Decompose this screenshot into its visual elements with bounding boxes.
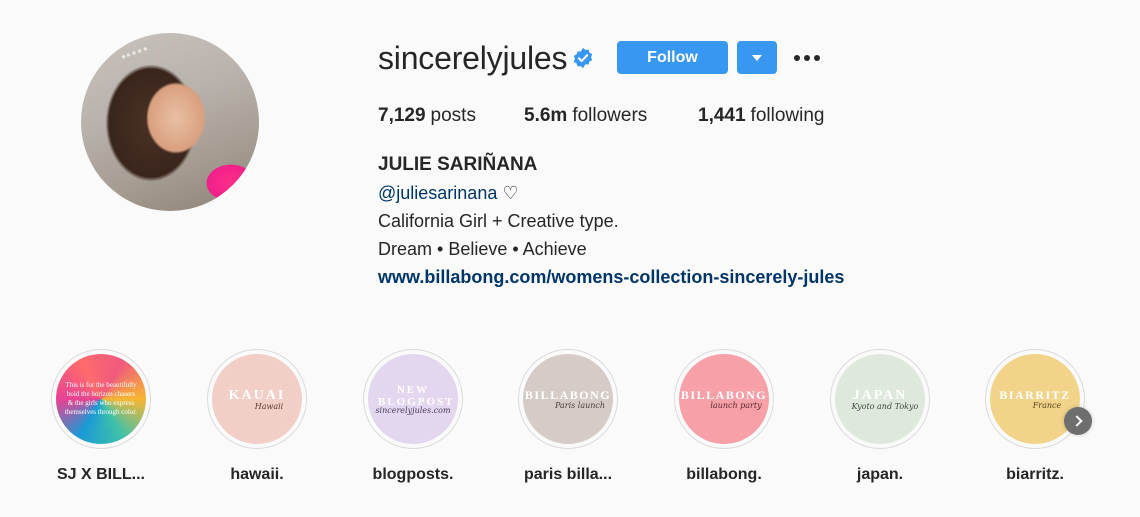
heart-icon: ♡: [502, 183, 519, 203]
dot-icon: [794, 55, 800, 61]
suggested-dropdown-button[interactable]: [737, 41, 777, 74]
highlight-hawaii[interactable]: KAUAI Hawaii hawaii.: [207, 349, 307, 483]
bio-line-2: Dream • Believe • Achieve: [378, 239, 587, 259]
highlight-label: biarritz.: [1006, 466, 1064, 483]
chevron-down-icon: [752, 54, 762, 61]
bio-mention-line: @juliesarinana ♡: [378, 183, 519, 204]
highlight-ring: NEW BLOGPOST sincerelyjules.com: [363, 349, 463, 449]
dot-icon: [804, 55, 810, 61]
following-count: 1,441: [698, 105, 746, 126]
highlight-biarritz[interactable]: BIARRITZ France biarritz.: [985, 349, 1085, 483]
highlight-ring: This is for the beautifully bold the hor…: [51, 349, 151, 449]
full-name: JULIE SARIÑANA: [378, 154, 538, 175]
highlight-label: japan.: [856, 466, 904, 483]
highlight-ring: BIARRITZ France: [985, 349, 1085, 449]
following-label: following: [750, 105, 825, 126]
highlight-cover-script: launch party: [710, 401, 762, 410]
highlight-cover-script: Paris launch: [554, 401, 606, 410]
highlight-ring: KAUAI Hawaii: [207, 349, 307, 449]
highlight-sj-x-billabong[interactable]: This is for the beautifully bold the hor…: [51, 349, 151, 483]
mention-link[interactable]: @juliesarinana: [378, 183, 497, 203]
tiara-decoration: [121, 46, 151, 68]
highlight-cover: BIARRITZ France: [990, 354, 1080, 444]
highlights-next-button[interactable]: [1064, 407, 1092, 435]
highlight-cover: This is for the beautifully bold the hor…: [56, 354, 146, 444]
verified-badge-icon: [573, 47, 593, 69]
highlight-label: paris billa...: [523, 466, 613, 483]
highlight-cover: JAPAN Kyoto and Tokyo: [835, 354, 925, 444]
dot-icon: [814, 55, 820, 61]
highlight-billabong[interactable]: BILLABONG launch party billabong.: [674, 349, 774, 483]
bio-line-1: California Girl + Creative type.: [378, 211, 619, 231]
more-options-button[interactable]: [792, 48, 822, 68]
profile-avatar[interactable]: [81, 33, 259, 211]
highlight-cover: KAUAI Hawaii: [212, 354, 302, 444]
highlight-cover-title: NEW BLOGPOST: [378, 383, 455, 408]
highlight-label: SJ X BILL...: [56, 466, 145, 483]
following-stat[interactable]: 1,441 following: [698, 105, 824, 127]
profile-username: sincerelyjules: [378, 40, 568, 76]
posts-label: posts: [430, 105, 476, 126]
website-link[interactable]: www.billabong.com/womens-collection-sinc…: [378, 267, 844, 288]
highlight-cover-script: Hawaii: [254, 401, 284, 411]
highlight-cover-text: This is for the beautifully bold the hor…: [64, 381, 138, 416]
highlight-blogposts[interactable]: NEW BLOGPOST sincerelyjules.com blogpost…: [363, 349, 463, 483]
highlight-cover: BILLABONG launch party: [679, 354, 769, 444]
followers-count: 5.6m: [524, 105, 568, 126]
highlight-ring: JAPAN Kyoto and Tokyo: [830, 349, 930, 449]
highlight-cover-script: France: [1032, 401, 1062, 410]
highlight-cover-script: Kyoto and Tokyo: [851, 401, 919, 411]
highlight-label: hawaii.: [230, 466, 284, 483]
posts-count: 7,129: [378, 105, 426, 126]
highlight-japan[interactable]: JAPAN Kyoto and Tokyo japan.: [830, 349, 930, 483]
highlight-ring: BILLABONG launch party: [674, 349, 774, 449]
highlight-label: blogposts.: [372, 466, 454, 483]
highlight-paris-billabong[interactable]: BILLABONG Paris launch paris billa...: [518, 349, 618, 483]
follow-button[interactable]: Follow: [617, 41, 728, 74]
posts-stat: 7,129 posts: [378, 105, 476, 127]
followers-label: followers: [572, 105, 648, 126]
followers-stat[interactable]: 5.6m followers: [524, 105, 647, 127]
highlight-cover-script: sincerelyjules.com: [375, 405, 451, 415]
highlight-cover: BILLABONG Paris launch: [523, 354, 613, 444]
highlight-label: billabong.: [686, 466, 762, 483]
highlight-ring: BILLABONG Paris launch: [518, 349, 618, 449]
chevron-right-icon: [1070, 415, 1083, 427]
highlight-cover: NEW BLOGPOST sincerelyjules.com: [368, 354, 458, 444]
